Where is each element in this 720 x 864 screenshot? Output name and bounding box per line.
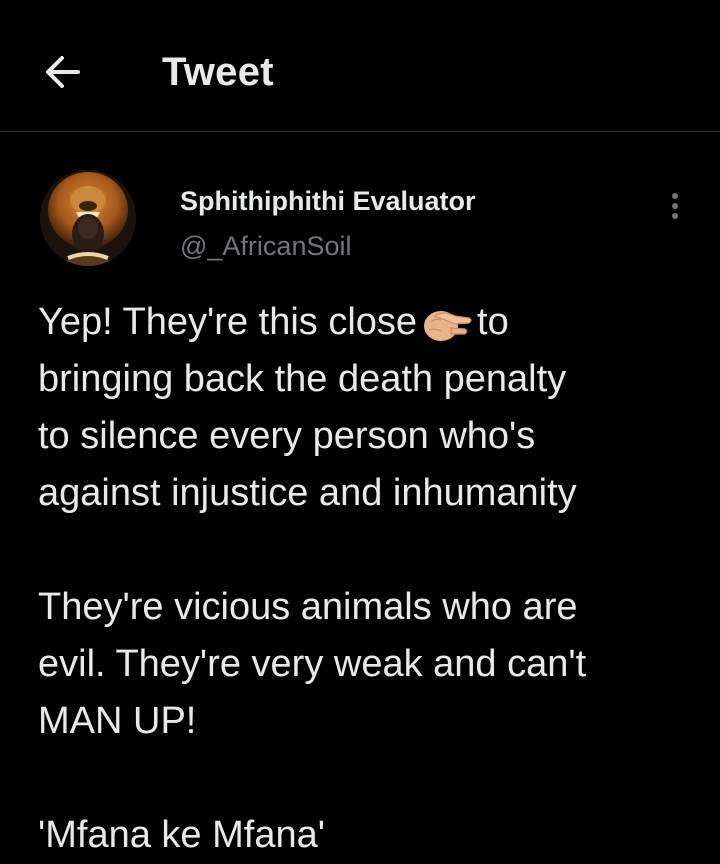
tweet-text: Yep! They're this close to bringing back… <box>38 294 708 864</box>
author-display-name[interactable]: Sphithiphithi Evaluator <box>180 184 476 218</box>
arrow-left-icon <box>42 54 82 90</box>
tweet-line1-after: to <box>477 301 509 343</box>
vertical-ellipsis-icon <box>672 193 678 199</box>
lion-headdress-avatar <box>40 170 136 266</box>
pinching-hand-emoji <box>421 304 473 344</box>
tweet-para1-rest: bringing back the death penalty to silen… <box>38 358 577 514</box>
page-title: Tweet <box>162 50 274 94</box>
more-options-button[interactable] <box>662 186 688 226</box>
tweet-line1-before: Yep! They're this close <box>38 301 418 343</box>
tweet-paragraph-3: 'Mfana ke Mfana' <box>38 814 325 856</box>
tweet-paragraph-1: Yep! They're this close to bringing back… <box>38 294 708 522</box>
avatar[interactable] <box>40 170 136 266</box>
top-bar: Tweet <box>0 0 720 132</box>
tweet-paragraph-2: They're vicious animals who are evil. Th… <box>38 586 587 742</box>
author-handle[interactable]: @_AfricanSoil <box>180 229 351 263</box>
back-button[interactable] <box>36 46 88 98</box>
